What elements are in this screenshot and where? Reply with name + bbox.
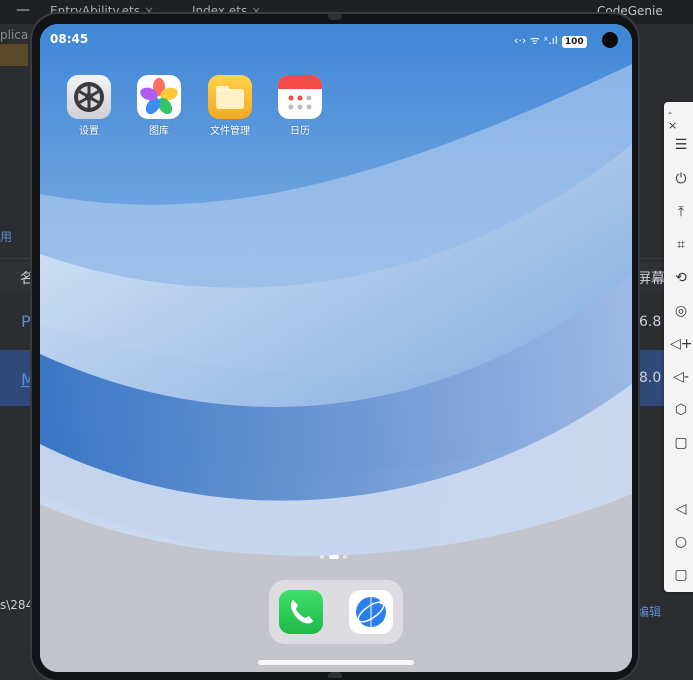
app-gallery[interactable]: 图库 bbox=[129, 75, 189, 137]
gallery-icon bbox=[137, 75, 181, 119]
device-screen[interactable]: 08:45 ‹·› ᯤ ˣ.ıl 100 设置 图库 文件管理 日历 bbox=[40, 24, 632, 672]
device-hinge bbox=[328, 672, 342, 678]
app-label: 日历 bbox=[290, 126, 310, 137]
fold-icon[interactable]: ⬡ bbox=[670, 399, 692, 421]
dock bbox=[269, 580, 403, 644]
ide-minimize-button[interactable]: — bbox=[16, 2, 30, 18]
files-icon bbox=[208, 75, 252, 119]
device-hinge bbox=[328, 14, 342, 20]
phone-icon[interactable] bbox=[279, 590, 323, 634]
camera-hole-icon bbox=[602, 32, 618, 48]
app-label: 设置 bbox=[79, 126, 99, 137]
status-time: 08:45 bbox=[50, 32, 89, 46]
app-label: 文件管理 bbox=[210, 126, 250, 137]
browser-icon[interactable] bbox=[349, 590, 393, 634]
device-screen-size: 8.0 bbox=[639, 370, 662, 386]
status-icons: ‹·› ᯤ ˣ.ıl 100 bbox=[514, 33, 587, 48]
emulator-toolbar: - × ☰ ⏻ ⤒ ⌗ ⟲ ◎ ◁+ ◁- ⬡ ▢ ◁ ○ ▢ bbox=[664, 102, 693, 592]
page-indicator bbox=[316, 553, 356, 561]
page-dot[interactable] bbox=[343, 555, 347, 559]
home-indicator[interactable] bbox=[258, 660, 414, 665]
settings-icon bbox=[67, 75, 111, 119]
volume-up-icon[interactable]: ◁+ bbox=[670, 333, 693, 355]
app-label: 图库 bbox=[149, 126, 169, 137]
emulator-window-controls[interactable]: - × bbox=[668, 106, 693, 132]
power-icon[interactable]: ⏻ bbox=[670, 168, 692, 190]
page-dot[interactable] bbox=[320, 555, 324, 559]
screenshot-icon[interactable]: ◎ bbox=[670, 300, 692, 322]
square-icon[interactable]: ▢ bbox=[670, 432, 692, 454]
ide-path-chip bbox=[0, 44, 28, 66]
recents-icon[interactable]: ▢ bbox=[670, 564, 692, 586]
signal-icons: ‹·› ᯤ ˣ.ıl bbox=[514, 34, 558, 47]
column-screen: 屏幕 bbox=[637, 271, 665, 287]
page-dot-active[interactable] bbox=[329, 555, 339, 559]
menu-icon[interactable]: ☰ bbox=[670, 134, 692, 156]
rotate-icon[interactable]: ⟲ bbox=[670, 267, 692, 289]
app-files[interactable]: 文件管理 bbox=[200, 75, 260, 137]
calendar-icon bbox=[278, 75, 322, 119]
back-icon[interactable]: ◁ bbox=[670, 498, 692, 520]
volume-down-icon[interactable]: ◁- bbox=[670, 366, 692, 388]
app-settings[interactable]: 设置 bbox=[59, 75, 119, 137]
device-screen-size: 6.8 bbox=[639, 314, 662, 330]
home-icon[interactable]: ○ bbox=[670, 531, 692, 553]
crop-icon[interactable]: ⌗ bbox=[670, 234, 692, 256]
ide-project-name: plica bbox=[0, 28, 29, 42]
edit-link[interactable]: 编辑 bbox=[637, 603, 661, 620]
device-name: P bbox=[21, 312, 31, 331]
pin-top-icon[interactable]: ⤒ bbox=[670, 201, 692, 223]
ide-link-fragment[interactable]: 用 bbox=[0, 228, 12, 245]
app-calendar[interactable]: 日历 bbox=[270, 75, 330, 137]
battery-icon: 100 bbox=[561, 36, 587, 48]
